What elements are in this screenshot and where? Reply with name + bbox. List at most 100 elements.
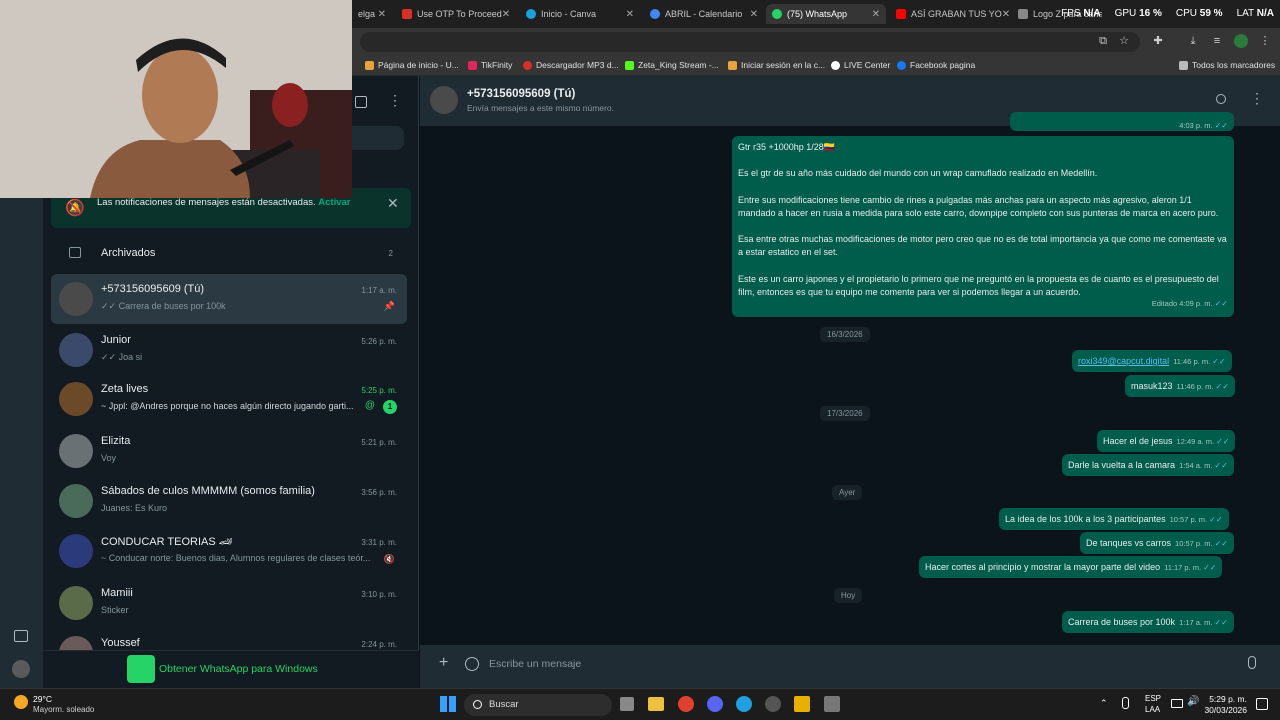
message-bubble[interactable]: De tanques vs carros 10:57 p. m. ✓✓ xyxy=(1080,532,1234,555)
message-bubble[interactable]: Carrera de buses por 100k 1:17 a. m. ✓✓ xyxy=(1062,611,1234,634)
network-icon[interactable] xyxy=(1171,699,1183,708)
email-link[interactable]: roxi349@capcut.digital xyxy=(1078,356,1169,366)
all-bookmarks[interactable]: Todos los marcadores xyxy=(1179,60,1275,70)
app-icon[interactable] xyxy=(824,696,840,712)
bookmark[interactable]: Página de inicio - U... xyxy=(365,60,459,70)
message-bubble[interactable]: masuk123 11:46 p. m. ✓✓ xyxy=(1125,375,1235,398)
message-text: La idea de los 100k a los 3 participante… xyxy=(1005,514,1166,524)
close-icon[interactable]: ✕ xyxy=(872,9,880,20)
media-icon[interactable]: ≡ xyxy=(1210,34,1224,48)
message-bubble[interactable]: Hacer cortes al principio y mostrar la m… xyxy=(919,556,1223,579)
task-view-icon[interactable] xyxy=(620,697,634,711)
tab-youtube[interactable]: ASÍ GRABAN TUS YO ✕ xyxy=(890,4,1010,24)
microphone-icon[interactable] xyxy=(1122,697,1129,709)
volume-icon[interactable]: 🔊 xyxy=(1187,696,1199,707)
chat-row[interactable]: Sábados de culos MMMMM (somos familia) J… xyxy=(51,476,407,526)
clock-time[interactable]: 5:29 p. m. xyxy=(1207,694,1247,704)
bookmark[interactable]: Zeta_King Stream -... xyxy=(625,60,719,70)
sticker-icon[interactable] xyxy=(465,657,479,671)
clock-date[interactable]: 30/03/2026 xyxy=(1200,705,1247,715)
get-app-link[interactable]: Obtener WhatsApp para Windows xyxy=(159,663,318,675)
menu-icon[interactable]: ⋮ xyxy=(1258,34,1272,48)
address-bar[interactable] xyxy=(360,32,1140,52)
extensions-icon[interactable]: ✚ xyxy=(1151,34,1165,48)
menu-icon[interactable]: ⋮ xyxy=(388,92,402,109)
message-bubble[interactable]: La idea de los 100k a los 3 participante… xyxy=(999,508,1229,531)
contact-name[interactable]: +573156095609 (Tú) xyxy=(467,88,575,100)
notification-center-icon[interactable] xyxy=(1256,698,1268,710)
avatar[interactable] xyxy=(430,86,458,114)
file-explorer-icon[interactable] xyxy=(648,697,664,711)
language-code[interactable]: ESP xyxy=(1145,694,1161,703)
chat-preview: ~ Jppl: @Andres porque no haces algún di… xyxy=(101,401,354,411)
message-input[interactable]: Escribe un mensaje xyxy=(489,658,581,670)
close-icon[interactable]: ✕ xyxy=(750,9,758,20)
chat-row[interactable]: Junior ✓✓ Joa si 5:26 p. m. xyxy=(51,325,407,375)
rockstar-icon[interactable] xyxy=(794,696,810,712)
steam-icon[interactable] xyxy=(765,696,781,712)
message-time: 11:46 p. m. xyxy=(1173,357,1211,366)
youtube-icon xyxy=(896,9,906,19)
search-icon[interactable] xyxy=(1216,94,1226,104)
chat-row[interactable]: CONDUCAR TEORIAS 🏎 ~ Conducar norte: Bue… xyxy=(51,526,407,576)
bookmark[interactable]: Iniciar sesión en la c... xyxy=(728,60,825,70)
close-icon[interactable]: ✕ xyxy=(502,9,510,20)
message-text: Entre sus modificaciones tiene cambio de… xyxy=(738,194,1219,218)
star-icon[interactable]: ☆ xyxy=(1117,34,1131,48)
discord-icon[interactable] xyxy=(707,696,723,712)
chat-row-self[interactable]: +573156095609 (Tú) ✓✓ Carrera de buses p… xyxy=(51,274,407,324)
close-icon[interactable]: ✕ xyxy=(1002,9,1010,20)
profile-icon[interactable] xyxy=(1234,34,1248,48)
bookmark[interactable]: TikFinity xyxy=(468,60,512,70)
avatar xyxy=(59,434,93,468)
media-icon[interactable] xyxy=(14,630,28,642)
chat-preview: ✓✓ Joa si xyxy=(101,352,143,362)
chat-row[interactable]: Youssef 2:24 p. m. xyxy=(51,628,407,650)
avatar[interactable] xyxy=(12,660,30,678)
microphone-icon[interactable] xyxy=(1248,656,1256,669)
taskbar-search[interactable]: Buscar xyxy=(464,694,612,716)
chrome-icon[interactable] xyxy=(678,696,694,712)
message-bubble-long[interactable]: Gtr r35 +1000hp 1/28🇨🇴 Es el gtr de su a… xyxy=(732,136,1234,317)
chat-row[interactable]: Elizita Voy 5:21 p. m. xyxy=(51,426,407,476)
install-icon[interactable]: ⧉ xyxy=(1096,34,1110,48)
chat-time: 3:31 p. m. xyxy=(361,538,397,547)
tab-calendar[interactable]: ABRIL - Calendario ✕ xyxy=(644,4,764,24)
weather-temp[interactable]: 29°C xyxy=(33,694,52,704)
download-icon[interactable]: ⤓ xyxy=(1186,34,1200,48)
keyboard-layout[interactable]: LAA xyxy=(1145,705,1160,714)
menu-icon[interactable]: ⋮ xyxy=(1250,90,1264,107)
bookmark-label: LIVE Center xyxy=(844,60,891,70)
close-icon[interactable]: ✕ xyxy=(387,195,399,212)
tab-partial[interactable]: elga ✕ xyxy=(352,4,392,24)
unread-badge: 1 xyxy=(383,400,397,414)
archived-row[interactable]: Archivados 2 xyxy=(51,240,407,266)
bell-off-icon: 🔕 xyxy=(65,200,85,217)
read-ticks: ✓✓ xyxy=(1214,618,1228,627)
chat-time: 5:26 p. m. xyxy=(361,337,397,346)
activate-link[interactable]: Activar xyxy=(318,197,350,208)
bookmark[interactable]: Descargador MP3 d... xyxy=(523,60,619,70)
message-bubble[interactable]: Darle la vuelta a la camara 1:54 a. m. ✓✓ xyxy=(1062,454,1234,477)
new-chat-icon[interactable] xyxy=(355,96,367,108)
chat-row[interactable]: Mamiii Sticker 3:10 p. m. xyxy=(51,578,407,628)
tab-canva[interactable]: Inicio - Canva ✕ xyxy=(520,4,640,24)
message-bubble[interactable]: roxi349@capcut.digital 11:46 p. m. ✓✓ xyxy=(1072,350,1232,373)
message-bubble[interactable]: Hacer el de jesus 12:49 a. m. ✓✓ xyxy=(1097,430,1236,453)
plus-icon[interactable]: + xyxy=(439,654,448,672)
close-icon[interactable]: ✕ xyxy=(378,9,386,20)
message-text: Este es un carro japones y el propietari… xyxy=(738,273,1219,298)
weather-desc[interactable]: Mayorm. soleado xyxy=(33,705,94,714)
edge-icon[interactable] xyxy=(736,696,752,712)
chevron-up-icon[interactable]: ⌃ xyxy=(1100,698,1108,709)
tab-whatsapp[interactable]: (75) WhatsApp ✕ xyxy=(766,4,886,24)
tab-otp[interactable]: Use OTP To Proceed ✕ xyxy=(396,4,516,24)
close-icon[interactable]: ✕ xyxy=(626,9,634,20)
windows-start-icon[interactable] xyxy=(440,696,456,712)
message-time: 4:03 p. m. xyxy=(1179,121,1213,130)
message-bubble[interactable]: 4:03 p. m. ✓✓ xyxy=(1010,112,1234,131)
bookmark[interactable]: LIVE Center xyxy=(831,60,890,70)
search-input[interactable] xyxy=(352,126,404,150)
chat-row[interactable]: Zeta lives ~ Jppl: @Andres porque no hac… xyxy=(51,374,407,424)
bookmark[interactable]: Facebook pagina xyxy=(897,60,975,70)
